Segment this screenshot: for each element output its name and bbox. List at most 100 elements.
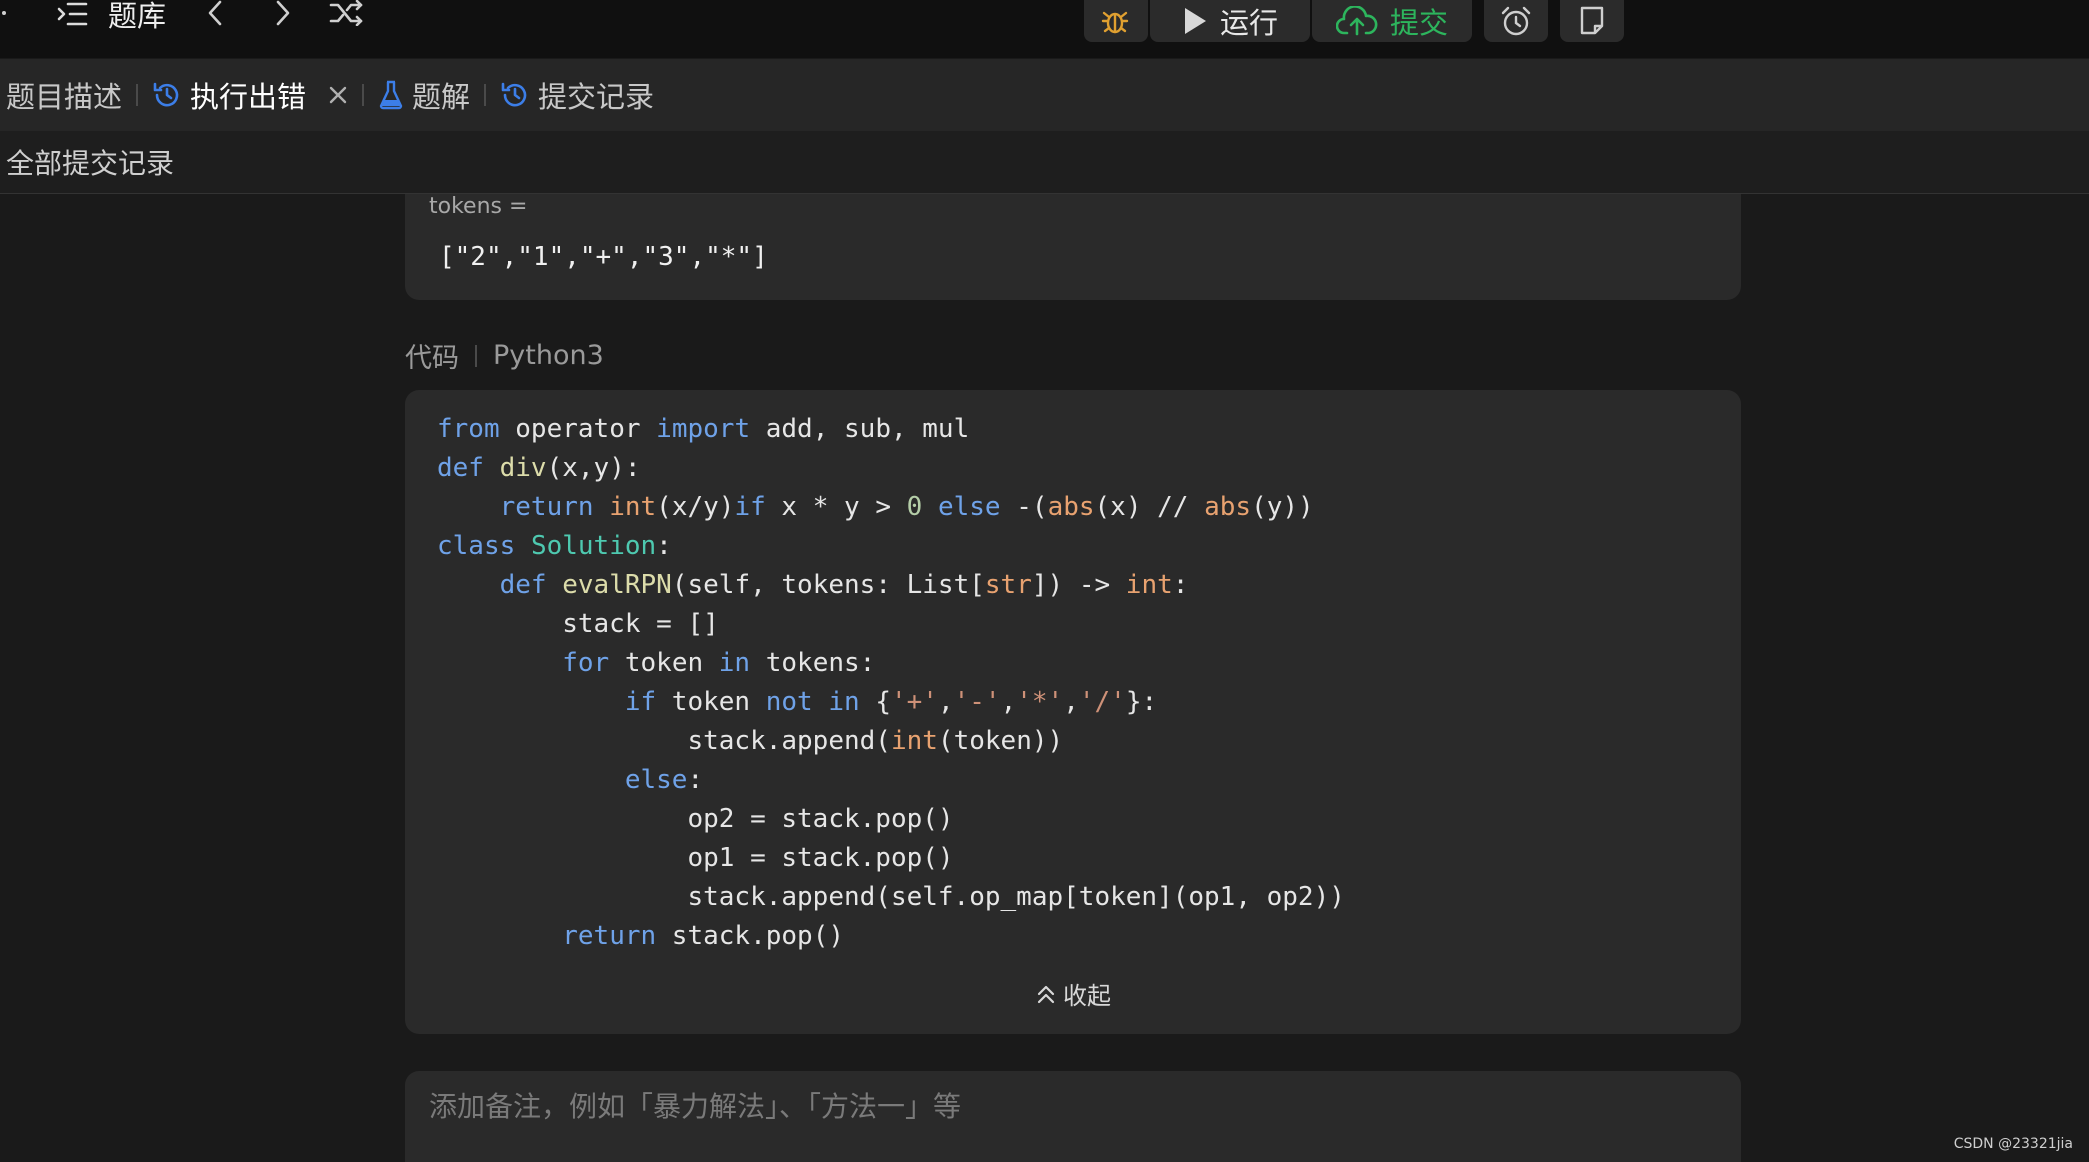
code-token: in — [718, 648, 751, 678]
code-token: Solution — [530, 531, 657, 561]
code-line: class Solution: — [437, 527, 1345, 566]
tab-execution-error[interactable]: 执行出错 — [152, 74, 348, 116]
tab-solutions[interactable]: 题解 — [378, 74, 470, 116]
code-token: evalRPN — [562, 570, 672, 600]
code-line: def evalRPN(self, tokens: List[str]) -> … — [437, 566, 1345, 605]
code-line: op1 = stack.pop() — [437, 839, 1345, 878]
run-button[interactable]: 运行 — [1150, 0, 1310, 42]
tab-submissions[interactable]: 提交记录 — [500, 74, 654, 116]
code-token: for — [562, 648, 610, 678]
code-token: abs — [1204, 492, 1252, 522]
code-token: , — [1000, 687, 1017, 717]
code-token: str — [984, 570, 1032, 600]
tab-problem-description[interactable]: 题目描述 — [6, 74, 122, 116]
code-line: stack.append(self.op_map[token](op1, op2… — [437, 878, 1345, 917]
tab-divider — [484, 84, 487, 106]
code-title: 代码 — [405, 343, 459, 374]
code-line: return int(x/y)if x * y > 0 else -(abs(x… — [437, 488, 1345, 527]
code-token: , — [937, 687, 954, 717]
problem-bank-button[interactable]: 题库 — [56, 0, 166, 33]
submit-label: 提交 — [1389, 6, 1448, 40]
code-token: div — [499, 453, 547, 483]
code-token: stack = [] — [437, 609, 719, 639]
note-input[interactable]: 添加备注，例如「暴力解法」、「方法一」等 — [405, 1071, 1741, 1162]
code-token: -( — [1000, 492, 1048, 522]
code-line: if token not in {'+','-','*','/'}: — [437, 683, 1345, 722]
code-token: token — [609, 648, 719, 678]
code-token: stack.append( — [437, 726, 891, 756]
code-line: from operator import add, sub, mul — [437, 410, 1345, 449]
code-token: op2 = stack.pop() — [437, 804, 954, 834]
code-token: '*' — [1016, 687, 1064, 717]
code-token: token — [656, 687, 766, 717]
tab-divider — [362, 84, 365, 106]
history-icon — [152, 80, 182, 110]
tab-bar: 题目描述 执行出错 题解 提交记录 — [0, 59, 2089, 131]
code-token: (token)) — [937, 726, 1064, 756]
code-token: x * y > — [765, 492, 907, 522]
debug-button[interactable] — [1084, 0, 1148, 42]
code-token: : — [656, 531, 672, 561]
code-token: if — [624, 687, 657, 717]
app-window: 题库 运行 提交 题目描述 执行出错 题解 提交记录 全部提交记录 tokens… — [0, 0, 2089, 1162]
code-header: 代码 Python3 — [405, 336, 604, 375]
code-token: if — [734, 492, 766, 522]
cloud-upload-icon — [1335, 6, 1378, 36]
code-line: def div(x,y): — [437, 449, 1345, 488]
code-token: def — [499, 570, 547, 600]
tab-label: 题解 — [412, 80, 471, 114]
all-submissions-link[interactable]: 全部提交记录 — [6, 142, 174, 182]
tab-divider — [136, 84, 139, 106]
tab-label: 执行出错 — [190, 80, 307, 114]
double-chevron-up-icon — [1035, 983, 1057, 1005]
watermark: CSDN @23321jia — [1953, 1136, 2073, 1152]
code-token: ]) -> — [1031, 570, 1126, 600]
submission-detail: tokens = ["2","1","+","3","*"] 代码 Python… — [0, 194, 2089, 1162]
code-token: return — [562, 921, 657, 951]
code-token: '-' — [953, 687, 1001, 717]
code-token: add, sub, mul — [750, 414, 970, 444]
code-token: '/' — [1078, 687, 1126, 717]
test-input-card: tokens = ["2","1","+","3","*"] — [405, 194, 1741, 300]
code-token: (y)) — [1251, 492, 1314, 522]
code-token: def — [437, 453, 484, 483]
code-line: op2 = stack.pop() — [437, 800, 1345, 839]
code-token: (x) // — [1094, 492, 1205, 522]
code-token: , — [1063, 687, 1079, 717]
notes-button[interactable] — [1560, 0, 1624, 42]
chevron-left-icon[interactable] — [200, 0, 230, 26]
code-token: import — [656, 414, 751, 444]
code-header-divider — [475, 344, 477, 367]
chevron-right-icon[interactable] — [268, 0, 298, 26]
note-placeholder: 添加备注，例如「暴力解法」、「方法一」等 — [429, 1090, 962, 1123]
code-line: stack = [] — [437, 605, 1345, 644]
code-line: stack.append(int(token)) — [437, 722, 1345, 761]
code-token: int — [890, 726, 938, 756]
submit-button[interactable]: 提交 — [1312, 0, 1472, 42]
input-label: tokens = — [429, 194, 528, 219]
play-icon — [1182, 7, 1208, 35]
collapse-button[interactable]: 收起 — [405, 976, 1741, 1011]
close-icon[interactable] — [328, 85, 348, 105]
alarm-button[interactable] — [1484, 0, 1548, 42]
code-token: '+' — [890, 687, 938, 717]
code-block: from operator import add, sub, mul def di… — [437, 410, 1345, 956]
problem-bank-label: 题库 — [108, 0, 167, 33]
code-token: 0 — [906, 492, 923, 522]
code-token: stack.append(self.op_map[token](op1, op2… — [437, 882, 1345, 912]
code-token: else — [937, 492, 1001, 522]
shuffle-icon[interactable] — [328, 0, 366, 26]
tab-label: 题目描述 — [6, 80, 123, 114]
all-submissions-header: 全部提交记录 — [0, 131, 2089, 194]
code-token: in — [828, 687, 860, 717]
